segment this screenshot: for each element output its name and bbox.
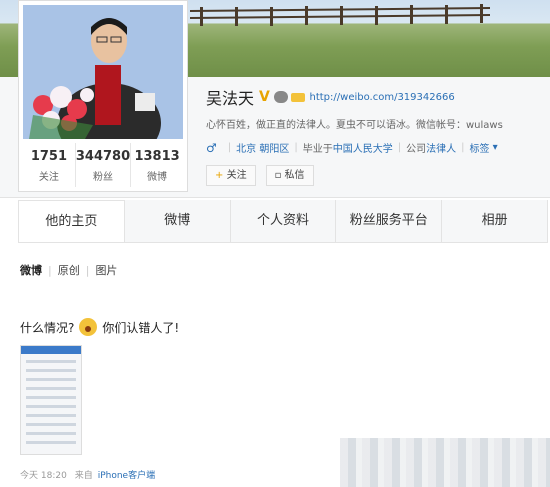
follow-label: 关注 — [226, 170, 247, 181]
post-text: 什么情况? 你们认错人了! — [20, 318, 179, 336]
avatar-card: 1751 关注 344780 粉丝 13813 微博 — [18, 0, 188, 192]
post-image-line — [26, 396, 76, 399]
stat-posts-label: 微博 — [147, 172, 168, 183]
feed-filter: 微博 | 原创 | 图片 — [20, 262, 117, 278]
profile-url-link[interactable]: http://weibo.com/319342666 — [310, 92, 455, 103]
post-time[interactable]: 今天 18:20 — [20, 471, 67, 481]
stat-followers-label: 粉丝 — [93, 172, 113, 183]
post-image-line — [26, 387, 76, 390]
stat-following[interactable]: 1751 关注 — [23, 143, 76, 187]
surprised-emoji-icon — [79, 318, 98, 336]
filter-divider: | — [85, 263, 90, 277]
message-label: 私信 — [284, 170, 305, 181]
post-text-part1: 什么情况? — [20, 320, 75, 335]
post-image-line — [26, 405, 76, 408]
male-icon: ♂ — [206, 140, 217, 155]
education-prefix: 毕业于 — [302, 144, 333, 155]
avatar[interactable] — [23, 5, 183, 139]
company-prefix: 公司 — [406, 144, 427, 155]
meta-separator: | — [227, 142, 232, 153]
vip-icon[interactable] — [290, 92, 305, 102]
stat-following-label: 关注 — [38, 172, 59, 183]
post-image[interactable] — [20, 345, 82, 455]
post-image-line — [26, 441, 76, 444]
filter-divider: | — [48, 263, 52, 277]
post-image-line — [26, 423, 76, 426]
post-image-line — [26, 414, 76, 417]
post-image-line — [26, 369, 76, 372]
follow-button[interactable]: + 关注 — [206, 165, 256, 186]
chevron-down-icon[interactable]: ▾ — [489, 142, 498, 153]
location-link[interactable]: 北京 朝阳区 — [236, 140, 289, 155]
verified-icon[interactable]: V — [259, 89, 270, 105]
filter-original[interactable]: 原创 — [58, 262, 80, 278]
plus-icon: + — [215, 170, 224, 181]
post-source-link[interactable]: iPhone客户端 — [98, 471, 155, 481]
fence-graphic — [190, 4, 490, 26]
tab-weibo[interactable]: 微博 — [125, 200, 231, 242]
post-image-line — [26, 360, 76, 363]
stat-followers[interactable]: 344780 粉丝 — [75, 143, 132, 187]
meta-separator: | — [397, 142, 402, 153]
education-link[interactable]: 中国人民大学 — [333, 140, 393, 155]
tab-home[interactable]: 他的主页 — [18, 200, 125, 242]
blurred-region — [340, 438, 550, 487]
tags-link[interactable]: 标签 — [469, 140, 489, 155]
action-buttons: + 关注 ▫ 私信 — [206, 165, 324, 186]
message-button[interactable]: ▫ 私信 — [265, 165, 314, 186]
avatar-portrait — [23, 5, 183, 139]
tab-profile-info[interactable]: 个人资料 — [231, 200, 337, 242]
post-image-line — [26, 378, 76, 381]
stat-followers-count: 344780 — [75, 149, 131, 164]
member-icon[interactable] — [273, 91, 288, 103]
profile-bio: 心怀百姓，做正直的法律人。夏虫不可以语冰。微信帐号：wulaws — [206, 120, 503, 131]
filter-images[interactable]: 图片 — [95, 262, 117, 278]
stat-following-count: 1751 — [30, 149, 68, 164]
meta-separator: | — [461, 142, 465, 153]
profile-tabs: 他的主页 微博 个人资料 粉丝服务平台 相册 — [18, 200, 548, 243]
post-image-header — [21, 346, 81, 354]
post-meta: 今天 18:20 来自 iPhone客户端 — [20, 468, 155, 481]
post-image-line — [26, 432, 76, 435]
profile-meta-row: ♂ | 北京 朝阳区 | 毕业于 中国人民大学 | 公司 法律人 | 标签 ▾ — [206, 140, 498, 156]
profile-name: 吴法天 — [206, 89, 255, 108]
meta-separator: | — [294, 142, 298, 153]
stat-posts-count: 13813 — [134, 149, 180, 164]
tab-album[interactable]: 相册 — [442, 200, 548, 242]
filter-weibo[interactable]: 微博 — [20, 262, 42, 278]
tab-fan-service[interactable]: 粉丝服务平台 — [336, 200, 443, 242]
post-source-prefix: 来自 — [74, 471, 93, 481]
message-icon: ▫ — [274, 170, 282, 181]
stat-posts[interactable]: 13813 微博 — [131, 143, 183, 187]
stats-bar: 1751 关注 344780 粉丝 13813 微博 — [23, 143, 183, 187]
profile-name-row: 吴法天 V http://weibo.com/319342666 — [206, 86, 455, 108]
post-text-part2: 你们认错人了! — [102, 320, 180, 335]
company-link[interactable]: 法律人 — [426, 140, 456, 155]
